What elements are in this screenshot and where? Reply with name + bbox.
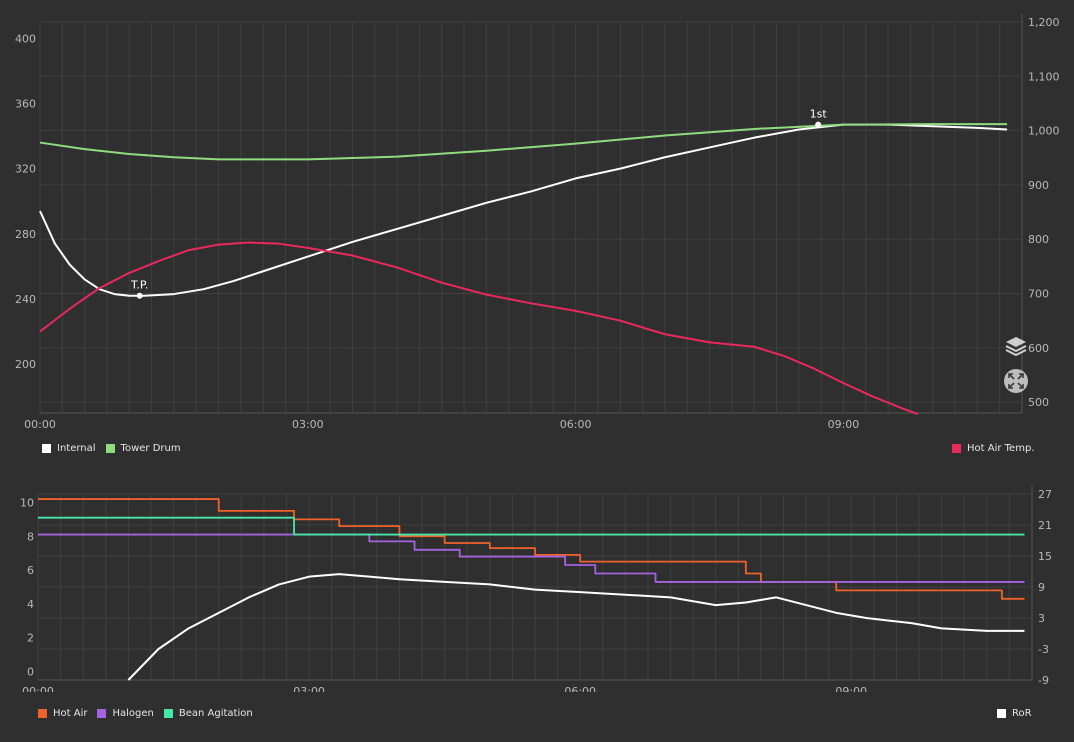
y-tick-label-left: 4 bbox=[27, 598, 34, 611]
legend-item-hot-air-temp[interactable]: Hot Air Temp. bbox=[952, 443, 1034, 454]
expand-icon bbox=[1008, 373, 1024, 389]
series-line-halogen bbox=[38, 533, 1025, 583]
legend-item-bean-agitation[interactable]: Bean Agitation bbox=[163, 708, 253, 719]
annotation-label: T.P. bbox=[130, 279, 148, 292]
x-tick-label: 00:00 bbox=[22, 685, 54, 692]
temperature-legend-left: Internal Tower Drum bbox=[42, 443, 185, 454]
y-tick-label-left: 400 bbox=[15, 32, 36, 45]
legend-label-ror: RoR bbox=[1012, 708, 1032, 719]
y-tick-label-right: 15 bbox=[1038, 550, 1052, 563]
legend-swatch-halogen bbox=[97, 709, 107, 718]
legend-label-halogen: Halogen bbox=[112, 708, 154, 719]
y-tick-label-left: 240 bbox=[15, 293, 36, 306]
y-tick-label-right: 1,200 bbox=[1028, 16, 1060, 29]
legend-swatch-hot-air bbox=[38, 709, 47, 718]
annotation-point[interactable] bbox=[815, 121, 822, 128]
legend-item-halogen[interactable]: Halogen bbox=[97, 708, 154, 719]
y-tick-label-left: 0 bbox=[27, 666, 34, 679]
power-legend-left: Hot Air Halogen Bean Agitation bbox=[38, 708, 257, 719]
x-tick-label: 06:00 bbox=[560, 418, 592, 431]
legend-label-hot-air-temp: Hot Air Temp. bbox=[967, 443, 1035, 454]
legend-item-tower-drum[interactable]: Tower Drum bbox=[105, 443, 181, 454]
x-tick-label: 00:00 bbox=[24, 418, 56, 431]
series-line-hot-air bbox=[38, 498, 1025, 600]
temperature-legend-right: Hot Air Temp. bbox=[952, 443, 1038, 454]
grid bbox=[37, 493, 1033, 681]
y-tick-label-left: 6 bbox=[27, 564, 34, 577]
annotation-label: 1st bbox=[810, 108, 828, 121]
legend-swatch-internal bbox=[42, 444, 51, 453]
series-line-tower-drum bbox=[39, 123, 1008, 161]
y-tick-label-left: 320 bbox=[15, 163, 36, 176]
grid bbox=[39, 21, 1023, 413]
temperature-chart: 00:00 03:00 06:00 09:00 200 240 280 320 360 400 50… bbox=[15, 14, 1060, 431]
x-tick-label: 09:00 bbox=[828, 418, 860, 431]
legend-label-bean-agitation: Bean Agitation bbox=[178, 708, 253, 719]
y-tick-label-left: 10 bbox=[20, 496, 34, 509]
annotation-point[interactable] bbox=[136, 292, 143, 299]
y-tick-label-right: 3 bbox=[1038, 612, 1045, 625]
x-tick-label: 06:00 bbox=[564, 685, 596, 692]
y-tick-label-right: 1,000 bbox=[1028, 125, 1060, 138]
power-chart: 00:00 03:00 06:00 09:00 0 2 4 6 8 10 -9 -3 3 9 15 21 27 bbox=[20, 486, 1052, 692]
x-tick-label: 03:00 bbox=[293, 685, 325, 692]
legend-item-ror[interactable]: RoR bbox=[997, 708, 1032, 719]
legend-swatch-ror bbox=[997, 709, 1006, 718]
series-line-bean-agitation bbox=[38, 516, 1025, 536]
y-tick-label-right: 500 bbox=[1028, 396, 1049, 409]
y-tick-label-left: 280 bbox=[15, 228, 36, 241]
x-tick-label: 03:00 bbox=[292, 418, 324, 431]
y-tick-label-left: 2 bbox=[27, 632, 34, 645]
series-line-hot-air-temp bbox=[39, 241, 919, 416]
legend-swatch-tower-drum bbox=[105, 444, 115, 453]
y-tick-label-right: 600 bbox=[1028, 342, 1049, 355]
series-line-internal bbox=[39, 123, 1008, 297]
y-tick-label-left: 8 bbox=[27, 530, 34, 543]
y-tick-label-right: 900 bbox=[1028, 179, 1049, 192]
y-tick-label-left: 360 bbox=[15, 97, 36, 110]
power-legend-right: RoR bbox=[997, 708, 1036, 719]
legend-swatch-bean-agitation bbox=[163, 709, 173, 718]
legend-label-hot-air: Hot Air bbox=[53, 708, 88, 719]
y-tick-label-right: 800 bbox=[1028, 233, 1049, 246]
y-tick-label-right: 27 bbox=[1038, 488, 1052, 501]
y-tick-label-right: 21 bbox=[1038, 519, 1052, 532]
roast-profile-view: 00:00 03:00 06:00 09:00 200 240 280 320 360 400 50… bbox=[0, 0, 1074, 742]
y-tick-label-right: 9 bbox=[1038, 581, 1045, 594]
y-tick-label-right: -3 bbox=[1038, 643, 1049, 656]
legend-label-tower-drum: Tower Drum bbox=[120, 443, 181, 454]
x-tick-label: 09:00 bbox=[835, 685, 867, 692]
fullscreen-button[interactable] bbox=[1004, 369, 1028, 393]
layers-button[interactable] bbox=[1004, 334, 1028, 358]
legend-item-hot-air[interactable]: Hot Air bbox=[38, 708, 87, 719]
y-tick-label-right: -9 bbox=[1038, 674, 1049, 687]
y-tick-label-right: 1,100 bbox=[1028, 70, 1060, 83]
legend-item-internal[interactable]: Internal bbox=[42, 443, 96, 454]
legend-swatch-hot-air-temp bbox=[952, 444, 961, 453]
layers-icon bbox=[1005, 337, 1027, 357]
legend-label-internal: Internal bbox=[57, 443, 96, 454]
y-tick-label-right: 700 bbox=[1028, 288, 1049, 301]
y-tick-label-left: 200 bbox=[15, 358, 36, 371]
